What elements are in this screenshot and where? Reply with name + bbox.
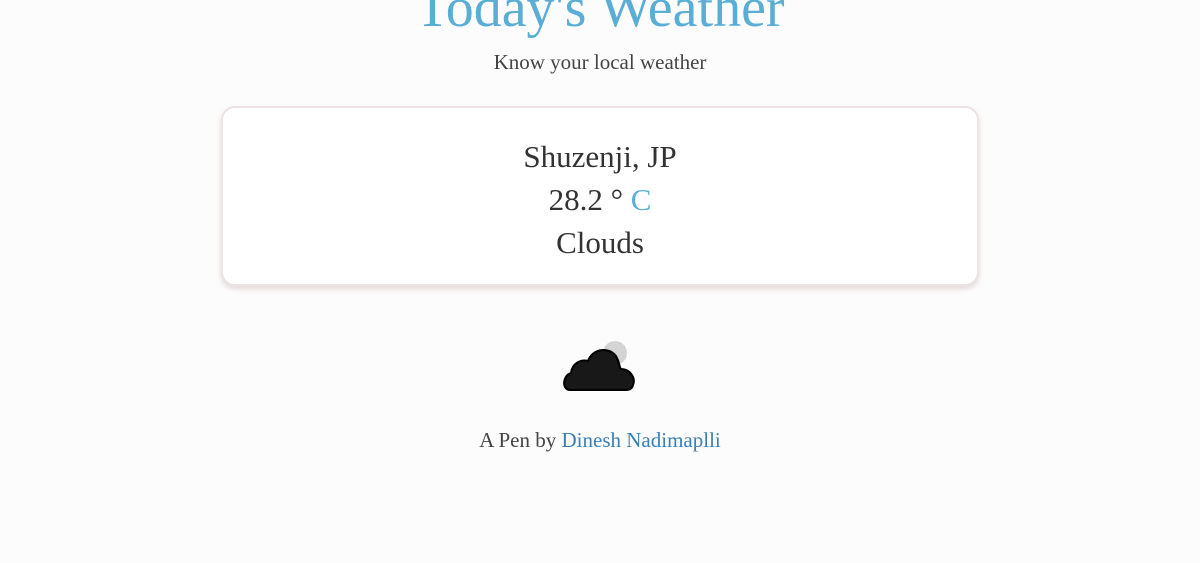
condition-label: Clouds [556,225,644,260]
temperature-value: 28.2 [548,182,603,217]
cloud-icon-svg [563,341,635,391]
author-link[interactable]: Dinesh Nadimaplli [562,428,721,452]
degree-symbol: ° [610,182,623,217]
weather-card: Shuzenji, JP 28.2 ° C Clouds [221,106,979,286]
cloud-icon [560,336,640,396]
page-title: Today's Weather [415,0,785,39]
footer-credit: A Pen by Dinesh Nadimaplli [0,427,1200,453]
temperature-row: 28.2 ° C [223,178,977,221]
page: Today's Weather Know your local weather … [0,0,1200,563]
page-subtitle: Know your local weather [493,50,707,74]
footer-prefix: A Pen by [479,428,557,452]
unit-toggle-button[interactable]: C [631,182,652,217]
location-label: Shuzenji, JP [523,139,677,174]
